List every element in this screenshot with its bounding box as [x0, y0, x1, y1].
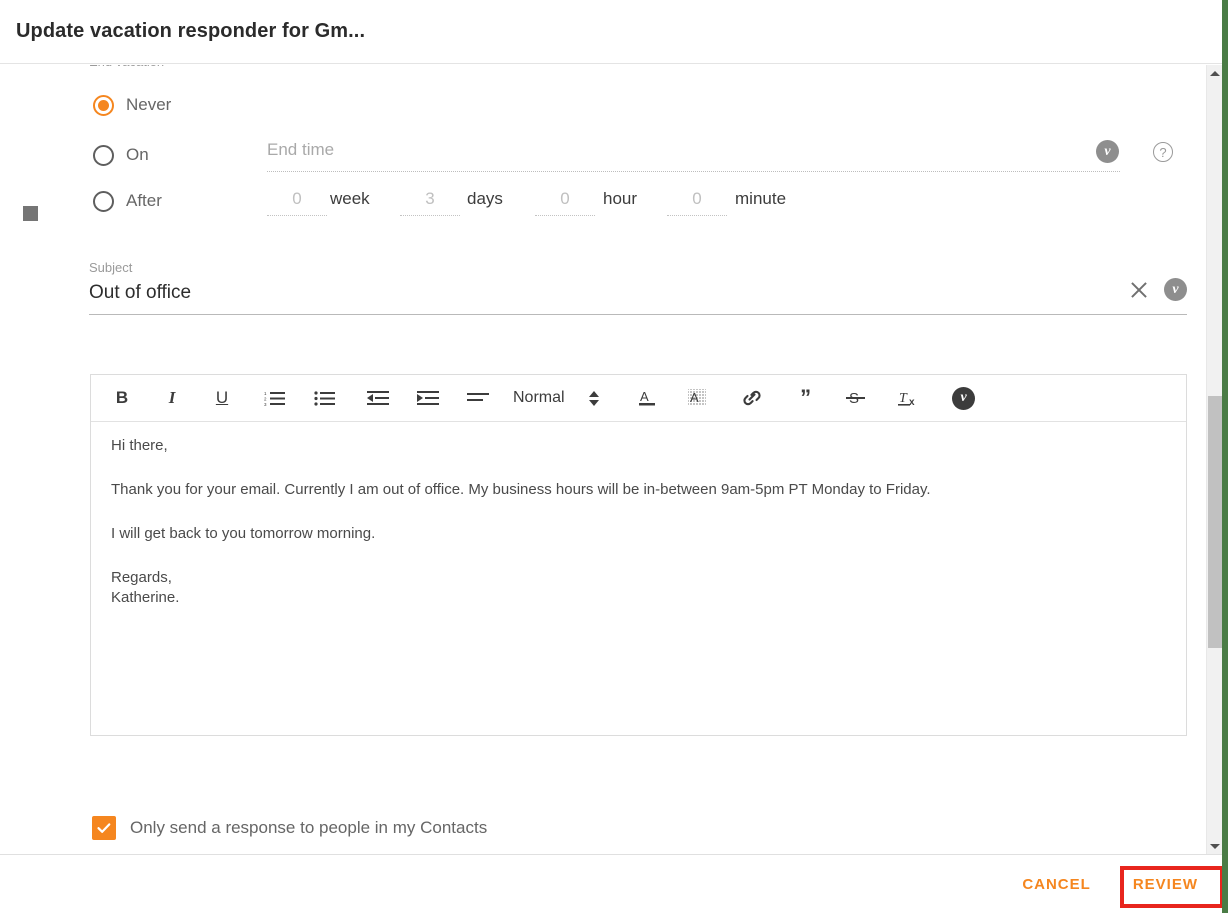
radio-after-label: After: [126, 191, 162, 210]
blockquote-button[interactable]: ”: [791, 383, 821, 413]
message-editor: B I U 1 2 3 Normal A A ” T x v Hi there,…: [90, 374, 1187, 736]
clear-formatting-icon[interactable]: T x: [895, 383, 925, 413]
end-vacation-label: End vacation: [89, 65, 164, 69]
subject-actions: v: [1128, 278, 1187, 301]
ordered-list-icon[interactable]: 1 2 3: [259, 383, 289, 413]
close-x-icon[interactable]: [1128, 279, 1150, 301]
contacts-only-checkbox-row[interactable]: Only send a response to people in my Con…: [92, 816, 487, 840]
indent-icon[interactable]: [413, 383, 443, 413]
message-body[interactable]: Hi there, Thank you for your email. Curr…: [91, 422, 1186, 608]
review-button[interactable]: REVIEW: [1119, 868, 1212, 901]
outdent-icon[interactable]: [363, 383, 393, 413]
duration-minutes-input[interactable]: 0: [667, 186, 727, 216]
message-line: Hi there,: [111, 437, 168, 454]
message-line: Regards,: [111, 569, 172, 586]
svg-text:3: 3: [264, 402, 267, 407]
step-marker-square: [22, 205, 39, 222]
radio-after-input[interactable]: [93, 190, 114, 212]
vacation-responder-dialog: Update vacation responder for Gm... End …: [0, 0, 1228, 913]
duration-days-input[interactable]: 3: [400, 186, 460, 216]
cancel-button[interactable]: CANCEL: [1008, 868, 1105, 901]
scrollbar-thumb[interactable]: [1208, 396, 1223, 648]
end-time-underline: [267, 171, 1120, 172]
end-time-help-button[interactable]: ?: [1153, 142, 1173, 162]
radio-never-input[interactable]: [93, 94, 114, 116]
dialog-scroll-area: End vacation Never On After End time v ?…: [0, 65, 1201, 854]
checkbox-checked-icon[interactable]: [92, 816, 116, 840]
end-time-field[interactable]: End time: [267, 136, 1120, 172]
duration-weeks-unit: week: [330, 189, 370, 208]
message-line: Thank you for your email. Currently I am…: [111, 481, 931, 498]
app-right-edge: [1222, 0, 1228, 913]
radio-never-label: Never: [126, 95, 172, 114]
duration-days-unit: days: [467, 189, 503, 208]
svg-text:A: A: [640, 389, 649, 404]
strikethrough-icon[interactable]: S: [841, 383, 871, 413]
dialog-titlebar: Update vacation responder for Gm...: [0, 0, 1222, 64]
message-line: Katherine.: [111, 589, 180, 606]
vertical-scrollbar[interactable]: [1206, 65, 1223, 854]
end-time-variable-badge[interactable]: v: [1096, 140, 1119, 163]
subject-underline: [89, 314, 1187, 315]
highlight-color-icon[interactable]: A: [683, 383, 713, 413]
align-left-icon[interactable]: [463, 383, 493, 413]
scroll-up-arrow-icon[interactable]: [1207, 65, 1223, 81]
contacts-only-label: Only send a response to people in my Con…: [130, 818, 488, 837]
duration-weeks-input[interactable]: 0: [267, 186, 327, 216]
message-line: I will get back to you tomorrow morning.: [111, 525, 376, 542]
v-badge-icon: v: [1096, 140, 1119, 163]
subject-field-block: Subject Out of office v: [89, 260, 1187, 315]
question-mark-icon: ?: [1153, 142, 1173, 162]
radio-option-on[interactable]: On: [93, 144, 149, 166]
v-badge-icon: v: [952, 386, 976, 410]
svg-text:A: A: [690, 390, 699, 405]
v-badge-icon[interactable]: v: [1164, 278, 1187, 301]
bullet-list-icon[interactable]: [309, 383, 339, 413]
underline-button[interactable]: U: [207, 383, 237, 413]
text-color-icon[interactable]: A: [633, 383, 663, 413]
dialog-footer: CANCEL REVIEW: [0, 854, 1222, 913]
italic-button[interactable]: I: [157, 383, 187, 413]
up-down-chevron-icon[interactable]: [579, 383, 609, 413]
end-time-placeholder: End time: [267, 140, 335, 159]
radio-on-input[interactable]: [93, 144, 114, 166]
editor-toolbar: B I U 1 2 3 Normal A A ” T x v: [91, 375, 1186, 422]
radio-option-after[interactable]: After: [93, 190, 162, 212]
svg-text:2: 2: [264, 396, 267, 401]
scroll-down-arrow-icon[interactable]: [1207, 838, 1223, 854]
radio-on-label: On: [126, 145, 149, 164]
bold-button[interactable]: B: [107, 383, 137, 413]
svg-text:T: T: [899, 391, 908, 406]
radio-option-never[interactable]: Never: [93, 94, 171, 116]
link-icon[interactable]: [737, 383, 767, 413]
subject-label: Subject: [89, 260, 133, 275]
svg-text:1: 1: [264, 391, 267, 396]
paragraph-style-name[interactable]: Normal: [513, 389, 565, 407]
duration-hours-input[interactable]: 0: [535, 186, 595, 216]
svg-text:x: x: [909, 397, 915, 408]
subject-input[interactable]: Out of office: [89, 278, 1187, 308]
page-title: Update vacation responder for Gm...: [16, 20, 366, 42]
editor-variable-badge[interactable]: v: [949, 383, 979, 413]
duration-hours-unit: hour: [603, 189, 638, 208]
duration-minutes-unit: minute: [735, 189, 787, 208]
